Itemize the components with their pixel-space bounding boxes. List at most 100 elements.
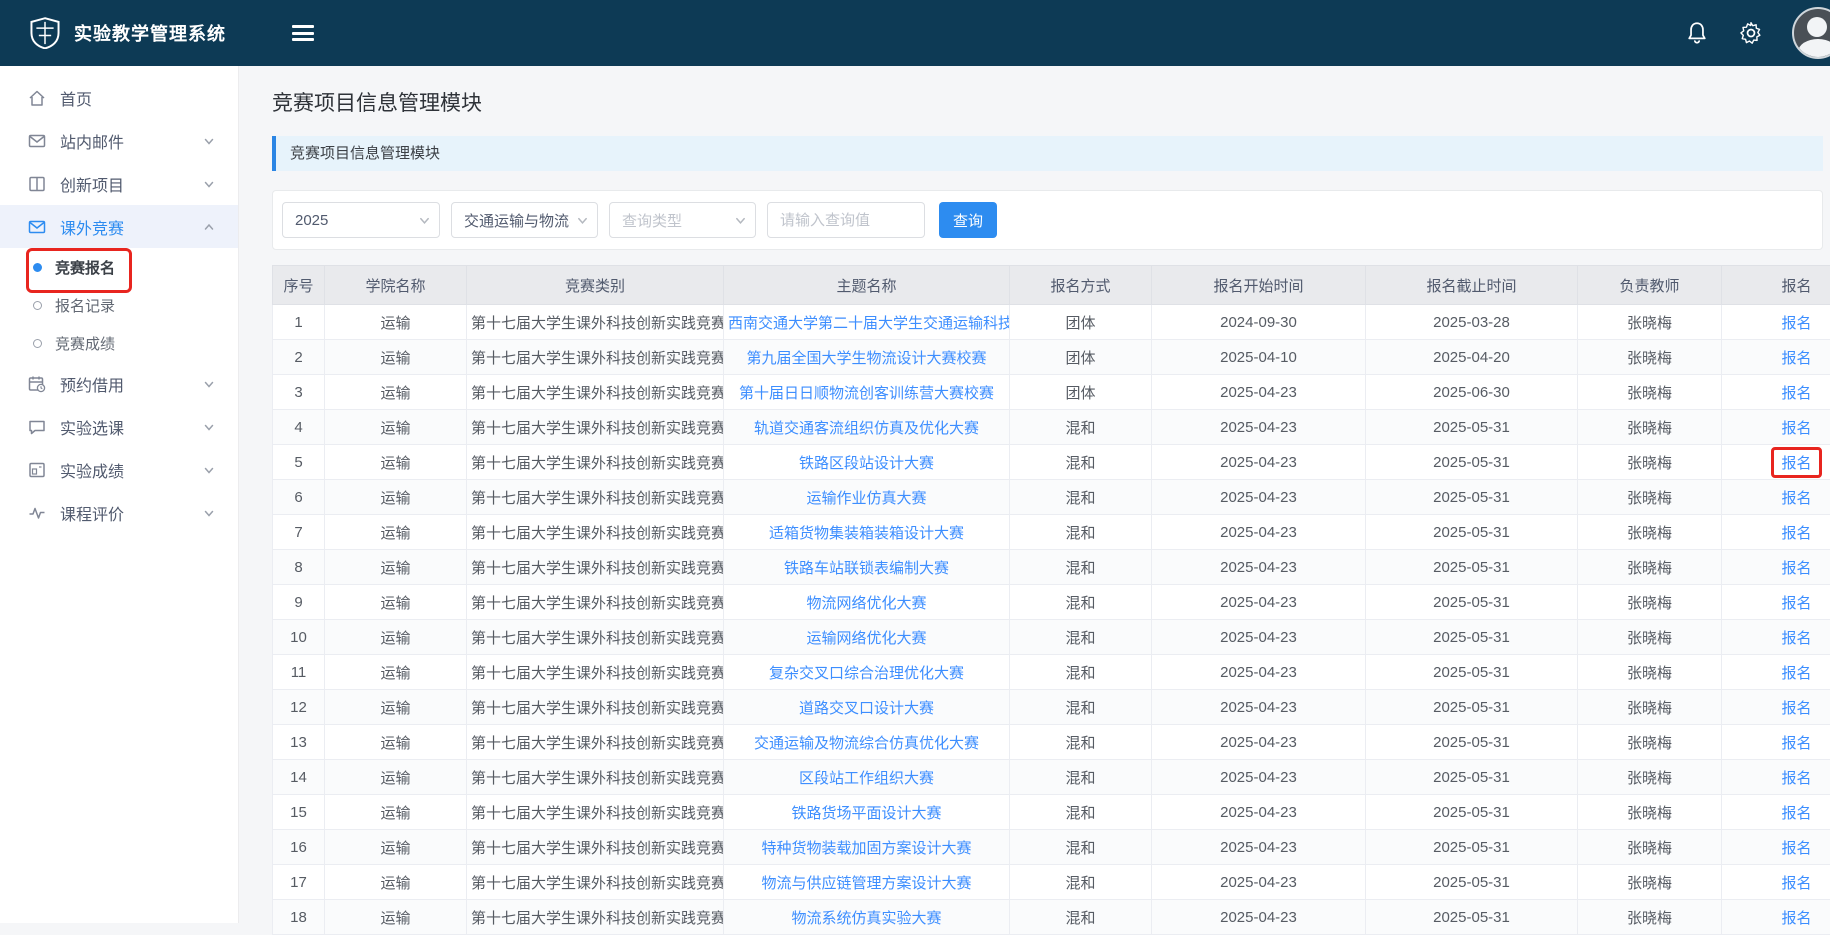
registration-method-cell: 混和 xyxy=(1010,830,1152,865)
theme-link[interactable]: 物流网络优化大赛 xyxy=(806,595,926,612)
theme-link[interactable]: 运输网络优化大赛 xyxy=(806,630,926,647)
hamburger-menu-icon[interactable] xyxy=(292,25,314,41)
theme-link-cell: 物流与供应链管理方案设计大赛 xyxy=(724,865,1010,900)
sidebar-item-competition-registration[interactable]: 竞赛报名 xyxy=(0,248,238,286)
register-link[interactable]: 报名 xyxy=(1781,385,1811,402)
responsible-teacher-cell: 张晓梅 xyxy=(1578,445,1722,480)
sidebar-item-home[interactable]: 首页 xyxy=(0,76,238,119)
sidebar-item-site-mail[interactable]: 站内邮件 xyxy=(0,119,238,162)
competition-category-cell: 第十七届大学生课外科技创新实践竞赛 xyxy=(467,480,724,515)
register-link-cell: 报名 xyxy=(1722,900,1830,935)
theme-link[interactable]: 道路交叉口设计大赛 xyxy=(799,700,934,717)
register-link[interactable]: 报名 xyxy=(1781,665,1811,682)
registration-start-date-cell: 2025-04-23 xyxy=(1152,795,1366,830)
theme-link-cell: 第十届日日顺物流创客训练营大赛校赛 xyxy=(724,375,1010,410)
user-avatar[interactable] xyxy=(1792,7,1830,59)
theme-link[interactable]: 轨道交通客流组织仿真及优化大赛 xyxy=(754,420,979,437)
theme-link[interactable]: 特种货物装载加固方案设计大赛 xyxy=(761,840,971,857)
notifications-bell-icon[interactable] xyxy=(1684,20,1710,46)
sidebar-item-extracurricular-competition[interactable]: 课外竞赛 xyxy=(0,205,238,248)
register-link[interactable]: 报名 xyxy=(1781,455,1811,472)
register-link[interactable]: 报名 xyxy=(1781,910,1811,927)
register-link[interactable]: 报名 xyxy=(1781,350,1811,367)
college-select[interactable]: 交通运输与物流学院 xyxy=(451,202,598,238)
responsible-teacher-cell: 张晓梅 xyxy=(1578,620,1722,655)
theme-link[interactable]: 第十届日日顺物流创客训练营大赛校赛 xyxy=(739,385,994,402)
calendar-icon xyxy=(27,374,47,394)
register-link-cell: 报名 xyxy=(1722,340,1830,375)
theme-link[interactable]: 适箱货物集装箱装箱设计大赛 xyxy=(769,525,964,542)
query-value-input[interactable] xyxy=(767,202,925,238)
registration-end-date-cell: 2025-05-31 xyxy=(1366,585,1578,620)
row-number-cell: 17 xyxy=(273,865,325,900)
row-number-cell: 4 xyxy=(273,410,325,445)
column-header: 报名开始时间 xyxy=(1152,266,1366,305)
register-link[interactable]: 报名 xyxy=(1781,840,1811,857)
mail-icon xyxy=(27,131,47,151)
year-select[interactable]: 2025 xyxy=(282,202,440,238)
register-link[interactable]: 报名 xyxy=(1781,490,1811,507)
sidebar-item-course-evaluation[interactable]: 课程评价 xyxy=(0,491,238,534)
query-type-select[interactable]: 查询类型 xyxy=(609,202,756,238)
registration-method-cell: 混和 xyxy=(1010,585,1152,620)
registration-end-date-cell: 2025-05-31 xyxy=(1366,410,1578,445)
register-link[interactable]: 报名 xyxy=(1781,700,1811,717)
register-link-cell: 报名 xyxy=(1722,585,1830,620)
register-link[interactable]: 报名 xyxy=(1781,560,1811,577)
sidebar-item-innovation-projects[interactable]: 创新项目 xyxy=(0,162,238,205)
register-link[interactable]: 报名 xyxy=(1781,420,1811,437)
theme-link-cell: 铁路车站联锁表编制大赛 xyxy=(724,550,1010,585)
theme-link[interactable]: 区段站工作组织大赛 xyxy=(799,770,934,787)
theme-link[interactable]: 交通运输及物流综合仿真优化大赛 xyxy=(754,735,979,752)
row-number-cell: 18 xyxy=(273,900,325,935)
competition-category-cell: 第十七届大学生课外科技创新实践竞赛 xyxy=(467,445,724,480)
register-link[interactable]: 报名 xyxy=(1781,315,1811,332)
registration-start-date-cell: 2025-04-23 xyxy=(1152,725,1366,760)
theme-link[interactable]: 复杂交叉口综合治理优化大赛 xyxy=(769,665,964,682)
registration-end-date-cell: 2025-05-31 xyxy=(1366,760,1578,795)
table-row: 15运输第十七届大学生课外科技创新实践竞赛铁路货场平面设计大赛混和2025-04… xyxy=(273,795,1830,830)
search-button[interactable]: 查询 xyxy=(939,202,997,238)
register-link[interactable]: 报名 xyxy=(1781,875,1811,892)
registration-end-date-cell: 2025-05-31 xyxy=(1366,795,1578,830)
registration-end-date-cell: 2025-05-31 xyxy=(1366,690,1578,725)
sidebar-item-experiment-course-selection[interactable]: 实验选课 xyxy=(0,405,238,448)
register-link[interactable]: 报名 xyxy=(1781,770,1811,787)
theme-link[interactable]: 物流系统仿真实验大赛 xyxy=(791,910,941,927)
register-link[interactable]: 报名 xyxy=(1781,805,1811,822)
bullet-icon xyxy=(33,263,42,272)
theme-link[interactable]: 铁路区段站设计大赛 xyxy=(799,455,934,472)
register-link[interactable]: 报名 xyxy=(1781,735,1811,752)
table-row: 7运输第十七届大学生课外科技创新实践竞赛适箱货物集装箱装箱设计大赛混和2025-… xyxy=(273,515,1830,550)
theme-link[interactable]: 铁路货场平面设计大赛 xyxy=(791,805,941,822)
registration-end-date-cell: 2025-05-31 xyxy=(1366,655,1578,690)
registration-start-date-cell: 2025-04-23 xyxy=(1152,655,1366,690)
registration-end-date-cell: 2025-05-31 xyxy=(1366,865,1578,900)
theme-link[interactable]: 物流与供应链管理方案设计大赛 xyxy=(761,875,971,892)
register-link[interactable]: 报名 xyxy=(1781,630,1811,647)
table-row: 13运输第十七届大学生课外科技创新实践竞赛交通运输及物流综合仿真优化大赛混和20… xyxy=(273,725,1830,760)
registration-end-date-cell: 2025-05-31 xyxy=(1366,620,1578,655)
table-row: 10运输第十七届大学生课外科技创新实践竞赛运输网络优化大赛混和2025-04-2… xyxy=(273,620,1830,655)
column-header: 学院名称 xyxy=(325,266,467,305)
register-link[interactable]: 报名 xyxy=(1781,595,1811,612)
theme-link[interactable]: 铁路车站联锁表编制大赛 xyxy=(784,560,949,577)
settings-gear-icon[interactable] xyxy=(1738,20,1764,46)
mail-icon xyxy=(27,217,47,237)
sidebar-item-reservation-borrowing[interactable]: 预约借用 xyxy=(0,362,238,405)
college-name-cell: 运输 xyxy=(325,480,467,515)
chevron-down-icon xyxy=(202,463,216,477)
theme-link[interactable]: 西南交通大学第二十届大学生交通运输科技大赛 xyxy=(728,315,1010,332)
bullet-icon xyxy=(33,301,42,310)
sidebar-item-experiment-results[interactable]: 实验成绩 xyxy=(0,448,238,491)
sidebar-item-registration-records[interactable]: 报名记录 xyxy=(0,286,238,324)
sidebar-item-competition-results[interactable]: 竞赛成绩 xyxy=(0,324,238,362)
registration-method-cell: 混和 xyxy=(1010,900,1152,935)
table-row: 2运输第十七届大学生课外科技创新实践竞赛第九届全国大学生物流设计大赛校赛团体20… xyxy=(273,340,1830,375)
theme-link[interactable]: 第九届全国大学生物流设计大赛校赛 xyxy=(746,350,986,367)
table-row: 16运输第十七届大学生课外科技创新实践竞赛特种货物装载加固方案设计大赛混和202… xyxy=(273,830,1830,865)
register-link[interactable]: 报名 xyxy=(1781,525,1811,542)
theme-link[interactable]: 运输作业仿真大赛 xyxy=(806,490,926,507)
table-row: 1运输第十七届大学生课外科技创新实践竞赛西南交通大学第二十届大学生交通运输科技大… xyxy=(273,305,1830,340)
registration-end-date-cell: 2025-05-31 xyxy=(1366,480,1578,515)
